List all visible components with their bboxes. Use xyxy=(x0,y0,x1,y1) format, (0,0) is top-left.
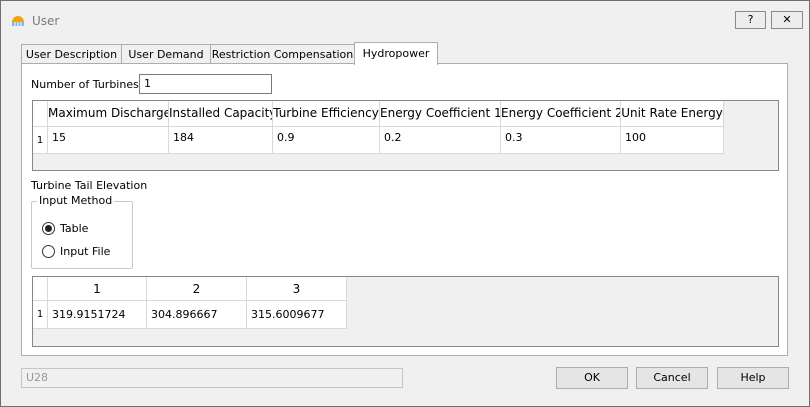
input-method-title: Input Method xyxy=(37,194,115,207)
user-dialog: User ? ✕ User Description User Demand Re… xyxy=(0,0,810,407)
table-radio-label[interactable]: Table xyxy=(60,222,88,235)
close-icon: ✕ xyxy=(782,13,792,26)
tab-restriction-compensation[interactable]: Restriction Compensation xyxy=(210,44,355,64)
turbine-parameters-grid[interactable]: Maximum Discharge Installed Capacity Tur… xyxy=(32,100,779,171)
cancel-button[interactable]: Cancel xyxy=(636,367,708,389)
window-title: User xyxy=(32,14,60,28)
tail-elevation-cell-3[interactable]: 315.6009677 xyxy=(247,301,347,329)
tab-user-demand[interactable]: User Demand xyxy=(121,44,211,64)
unit-rate-energy-cell[interactable]: 100 xyxy=(621,127,724,154)
number-of-turbines-input[interactable]: 1 xyxy=(139,74,272,94)
turbine-efficiency-cell[interactable]: 0.9 xyxy=(273,127,380,154)
row-header[interactable]: 1 xyxy=(33,301,48,329)
column-header-turbine-efficiency[interactable]: Turbine Efficiency xyxy=(273,101,380,127)
title-help-button[interactable]: ? xyxy=(735,11,766,29)
tail-elevation-cell-1[interactable]: 319.9151724 xyxy=(48,301,147,329)
installed-capacity-cell[interactable]: 184 xyxy=(169,127,273,154)
energy-coefficient-1-cell[interactable]: 0.2 xyxy=(380,127,501,154)
number-of-turbines-label: Number of Turbines xyxy=(31,78,139,91)
column-header-unit-rate-energy[interactable]: Unit Rate Energy xyxy=(621,101,724,127)
tab-user-description[interactable]: User Description xyxy=(21,44,122,64)
column-header-maximum-discharge[interactable]: Maximum Discharge xyxy=(48,101,169,127)
hydropower-panel: Number of Turbines 1 Maximum Discharge I… xyxy=(21,63,788,356)
ok-button[interactable]: OK xyxy=(556,367,628,389)
grid-corner xyxy=(33,277,48,301)
tab-hydropower[interactable]: Hydropower xyxy=(354,42,438,65)
help-button[interactable]: Help xyxy=(717,367,789,389)
close-button[interactable]: ✕ xyxy=(771,11,803,29)
tail-elevation-cell-2[interactable]: 304.896667 xyxy=(147,301,247,329)
input-method-group: Input Method Table Input File xyxy=(31,194,133,269)
title-bar: User ? ✕ xyxy=(1,1,809,39)
input-file-radio[interactable] xyxy=(42,245,55,258)
column-header-energy-coefficient-2[interactable]: Energy Coefficient 2 xyxy=(501,101,621,127)
input-file-radio-label[interactable]: Input File xyxy=(60,245,110,258)
app-icon xyxy=(12,16,24,26)
tail-elevation-grid[interactable]: 1 2 3 1 319.9151724 304.896667 315.60096… xyxy=(32,276,779,347)
row-header[interactable]: 1 xyxy=(33,127,48,154)
user-code-field: U28 xyxy=(21,368,403,388)
column-header-installed-capacity[interactable]: Installed Capacity xyxy=(169,101,273,127)
grid-corner xyxy=(33,101,48,127)
column-header-3[interactable]: 3 xyxy=(247,277,347,301)
column-header-energy-coefficient-1[interactable]: Energy Coefficient 1 xyxy=(380,101,501,127)
maximum-discharge-cell[interactable]: 15 xyxy=(48,127,169,154)
table-radio[interactable] xyxy=(42,222,55,235)
column-header-1[interactable]: 1 xyxy=(48,277,147,301)
turbine-tail-elevation-label: Turbine Tail Elevation xyxy=(31,179,148,192)
energy-coefficient-2-cell[interactable]: 0.3 xyxy=(501,127,621,154)
column-header-2[interactable]: 2 xyxy=(147,277,247,301)
